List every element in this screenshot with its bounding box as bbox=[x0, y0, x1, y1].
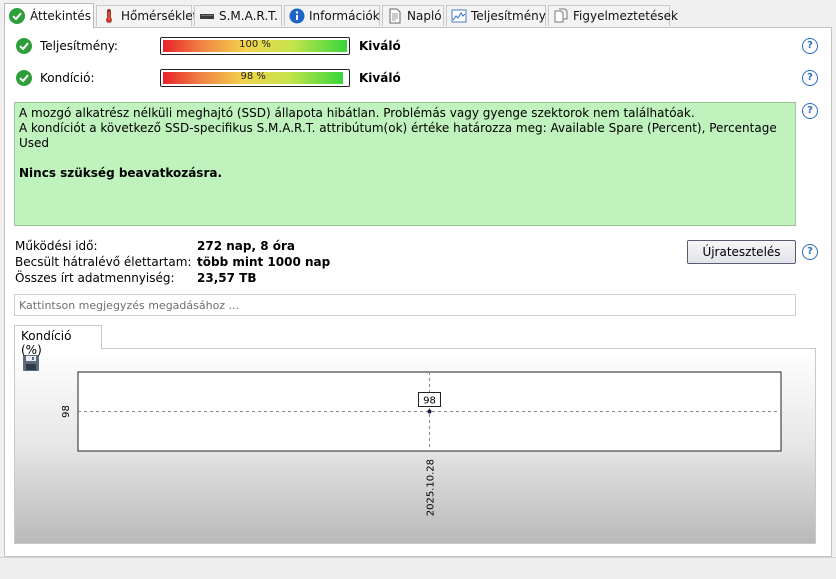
chart-tab-condition[interactable]: Kondíció (%) bbox=[14, 325, 102, 357]
x-tick-label: 2025.10.28 bbox=[426, 459, 437, 516]
data-label: 98 bbox=[423, 396, 436, 407]
condition-chart: 98 2025.10.28 98 bbox=[61, 371, 782, 516]
status-strip bbox=[0, 557, 836, 579]
data-point bbox=[427, 409, 432, 414]
y-tick-label: 98 bbox=[61, 405, 72, 418]
tab-label: Áttekintés bbox=[30, 9, 92, 23]
check-circle-icon bbox=[9, 8, 25, 24]
tab-overview[interactable]: Áttekintés bbox=[4, 3, 94, 28]
